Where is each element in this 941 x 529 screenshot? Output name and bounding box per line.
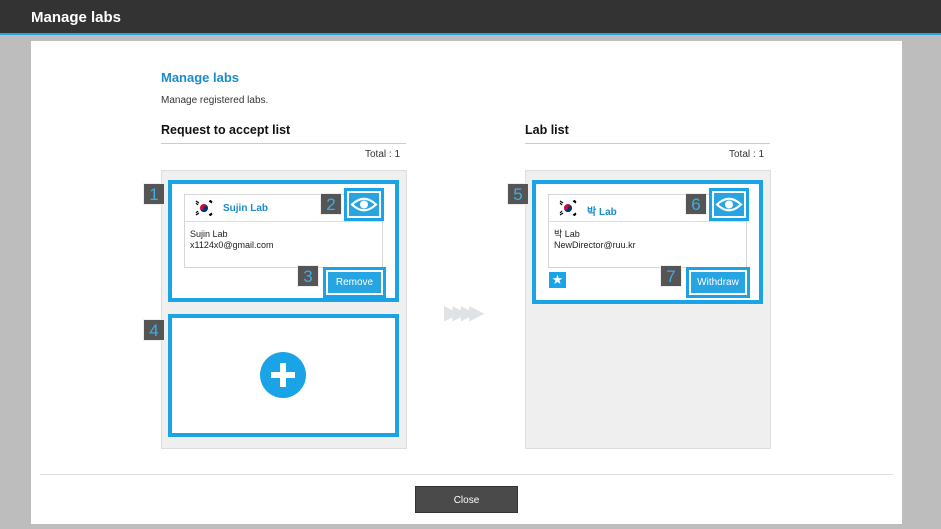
request-list-divider (161, 143, 406, 144)
lab-email: NewDirector@ruu.kr (554, 240, 636, 250)
request-lab-name: Sujin Lab (223, 203, 268, 214)
eye-icon (715, 197, 743, 212)
plus-circle-icon (260, 352, 306, 398)
lab-list-divider (525, 143, 770, 144)
lab-card-body: 박 Lab NewDirector@ruu.kr (549, 222, 746, 251)
request-list-total: Total : 1 (365, 149, 401, 160)
window-title: Manage labs (31, 9, 122, 26)
marker-5: 5 (507, 183, 529, 205)
request-lab-label: Sujin Lab (190, 229, 228, 239)
view-lab-button[interactable] (709, 188, 749, 221)
lab-name: 박 Lab (587, 207, 617, 218)
manage-labs-dialog: Manage labs Manage registered labs. Requ… (31, 41, 902, 524)
arrow-right-icon: ▶▶▶▶ (444, 302, 484, 324)
marker-3: 3 (297, 265, 319, 287)
request-list-title: Request to accept list (161, 123, 291, 137)
marker-1: 1 (143, 183, 165, 205)
view-request-button[interactable] (344, 188, 384, 221)
lab-list-title: Lab list (525, 123, 569, 137)
marker-4: 4 (143, 319, 165, 341)
remove-button[interactable]: Remove (323, 267, 386, 298)
korea-flag-icon (559, 200, 577, 216)
request-lab-email: x1124x0@gmail.com (190, 240, 274, 250)
request-card-body: Sujin Lab x1124x0@gmail.com (185, 222, 382, 251)
marker-7: 7 (660, 265, 682, 287)
marker-2: 2 (320, 193, 342, 215)
close-button[interactable]: Close (415, 486, 518, 513)
withdraw-button[interactable]: Withdraw (686, 267, 750, 298)
add-lab-area[interactable] (168, 314, 399, 437)
star-icon[interactable]: ★ (549, 272, 566, 288)
eye-icon (350, 197, 378, 212)
window-titlebar: Manage labs (0, 0, 941, 35)
lab-list-total: Total : 1 (729, 149, 765, 160)
korea-flag-icon (195, 200, 213, 216)
footer-divider (40, 474, 893, 475)
page-title: Manage labs (161, 70, 240, 85)
lab-label: 박 Lab (554, 229, 580, 239)
page-description: Manage registered labs. (161, 95, 269, 106)
marker-6: 6 (685, 193, 707, 215)
